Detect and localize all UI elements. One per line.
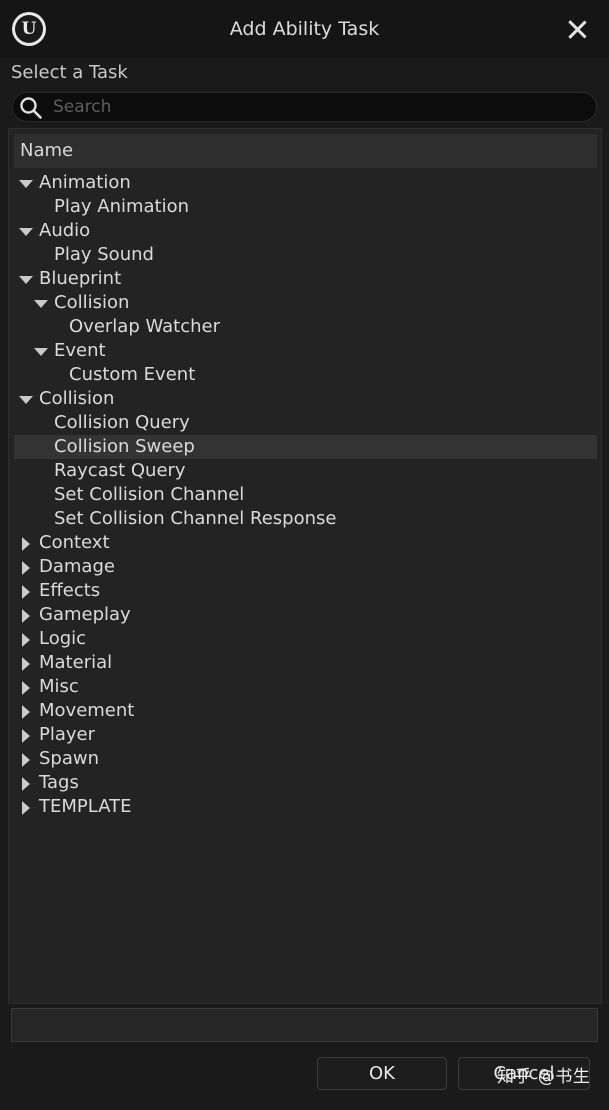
tree-item-label: TEMPLATE bbox=[39, 796, 132, 817]
expand-arrow-right-icon[interactable] bbox=[19, 651, 31, 675]
expand-arrow-down-icon[interactable] bbox=[34, 291, 48, 315]
tree-category[interactable]: Logic bbox=[14, 627, 597, 651]
expand-arrow-right-icon[interactable] bbox=[19, 747, 31, 771]
expand-arrow-down-icon[interactable] bbox=[19, 267, 33, 291]
tree-item[interactable]: Raycast Query bbox=[14, 459, 597, 483]
expand-arrow-down-icon[interactable] bbox=[34, 339, 48, 363]
expand-arrow-right-icon[interactable] bbox=[19, 699, 31, 723]
tree-item-label: Tags bbox=[39, 772, 79, 793]
tree-item[interactable]: Custom Event bbox=[14, 363, 597, 387]
dialog-title: Add Ability Task bbox=[229, 18, 380, 40]
column-header-label: Name bbox=[20, 140, 74, 161]
tree-item-label: Movement bbox=[39, 700, 135, 721]
ok-button[interactable]: OK bbox=[317, 1057, 447, 1090]
task-description-bar bbox=[11, 1008, 598, 1042]
tree-category[interactable]: Tags bbox=[14, 771, 597, 795]
expand-arrow-right-icon[interactable] bbox=[19, 531, 31, 555]
tree-item-label: Damage bbox=[39, 556, 115, 577]
tree-item[interactable]: Set Collision Channel Response bbox=[14, 507, 597, 531]
tree-item-label: Play Sound bbox=[54, 244, 154, 265]
tree-item[interactable]: Overlap Watcher bbox=[14, 315, 597, 339]
tree-item-label: Context bbox=[39, 532, 110, 553]
tree-item[interactable]: Collision Sweep bbox=[14, 435, 597, 459]
dialog-body: Select a Task Name Animation Play Animati… bbox=[0, 58, 609, 1110]
select-task-label: Select a Task bbox=[11, 62, 128, 83]
expand-arrow-right-icon[interactable] bbox=[19, 603, 31, 627]
tree-category[interactable]: Collision bbox=[14, 387, 597, 411]
tree-category[interactable]: TEMPLATE bbox=[14, 795, 597, 819]
tree-item-label: Collision Sweep bbox=[54, 436, 195, 457]
tree-category[interactable]: Effects bbox=[14, 579, 597, 603]
tree-item-label: Blueprint bbox=[39, 268, 122, 289]
task-tree: Animation Play Animation Audio Play Sound Bl… bbox=[14, 171, 597, 819]
tree-item[interactable]: Play Sound bbox=[14, 243, 597, 267]
tree-item-label: Gameplay bbox=[39, 604, 131, 625]
tree-category[interactable]: Event bbox=[14, 339, 597, 363]
tree-item-label: Event bbox=[54, 340, 106, 361]
title-bar[interactable]: U Add Ability Task bbox=[0, 0, 609, 58]
tree-item-label: Spawn bbox=[39, 748, 100, 769]
expand-arrow-right-icon[interactable] bbox=[19, 771, 31, 795]
tree-category[interactable]: Damage bbox=[14, 555, 597, 579]
expand-arrow-right-icon[interactable] bbox=[19, 579, 31, 603]
search-icon bbox=[20, 97, 42, 119]
expand-arrow-right-icon[interactable] bbox=[19, 723, 31, 747]
tree-item[interactable]: Collision Query bbox=[14, 411, 597, 435]
tree-item[interactable]: Set Collision Channel bbox=[14, 483, 597, 507]
tree-item-label: Set Collision Channel bbox=[54, 484, 245, 505]
tree-category[interactable]: Collision bbox=[14, 291, 597, 315]
tree-item-label: Raycast Query bbox=[54, 460, 186, 481]
tree-item-label: Misc bbox=[39, 676, 79, 697]
tree-category[interactable]: Animation bbox=[14, 171, 597, 195]
tree-item-label: Collision Query bbox=[54, 412, 190, 433]
tree-item-label: Animation bbox=[39, 172, 131, 193]
tree-item-label: Collision bbox=[54, 292, 130, 313]
expand-arrow-down-icon[interactable] bbox=[19, 219, 33, 243]
tree-category[interactable]: Spawn bbox=[14, 747, 597, 771]
add-ability-task-dialog: U Add Ability Task Select a Task Name An… bbox=[0, 0, 609, 1110]
tree-item[interactable]: Play Animation bbox=[14, 195, 597, 219]
tree-item-label: Overlap Watcher bbox=[69, 316, 220, 337]
expand-arrow-right-icon[interactable] bbox=[19, 555, 31, 579]
tree-item-label: Effects bbox=[39, 580, 101, 601]
expand-arrow-down-icon[interactable] bbox=[19, 171, 33, 195]
tree-item-label: Custom Event bbox=[69, 364, 196, 385]
search-input[interactable] bbox=[53, 93, 583, 121]
expand-arrow-right-icon[interactable] bbox=[19, 795, 31, 819]
tree-category[interactable]: Blueprint bbox=[14, 267, 597, 291]
tree-item-label: Collision bbox=[39, 388, 115, 409]
close-icon[interactable] bbox=[567, 19, 587, 39]
tree-category[interactable]: Context bbox=[14, 531, 597, 555]
tree-category[interactable]: Material bbox=[14, 651, 597, 675]
tree-item-label: Logic bbox=[39, 628, 87, 649]
expand-arrow-down-icon[interactable] bbox=[19, 387, 33, 411]
tree-category[interactable]: Movement bbox=[14, 699, 597, 723]
tree-item-label: Set Collision Channel Response bbox=[54, 508, 337, 529]
tree-category[interactable]: Audio bbox=[14, 219, 597, 243]
watermark: 知乎 @书生 bbox=[497, 1067, 591, 1087]
tree-category[interactable]: Player bbox=[14, 723, 597, 747]
task-tree-panel[interactable]: Name Animation Play Animation Audio Play So… bbox=[8, 128, 602, 1004]
tree-item-label: Player bbox=[39, 724, 96, 745]
tree-category[interactable]: Misc bbox=[14, 675, 597, 699]
expand-arrow-right-icon[interactable] bbox=[19, 675, 31, 699]
tree-item-label: Material bbox=[39, 652, 113, 673]
tree-category[interactable]: Gameplay bbox=[14, 603, 597, 627]
name-column-header[interactable]: Name bbox=[14, 134, 597, 168]
search-box[interactable] bbox=[12, 92, 597, 122]
expand-arrow-right-icon[interactable] bbox=[19, 627, 31, 651]
tree-item-label: Play Animation bbox=[54, 196, 190, 217]
tree-item-label: Audio bbox=[39, 220, 91, 241]
